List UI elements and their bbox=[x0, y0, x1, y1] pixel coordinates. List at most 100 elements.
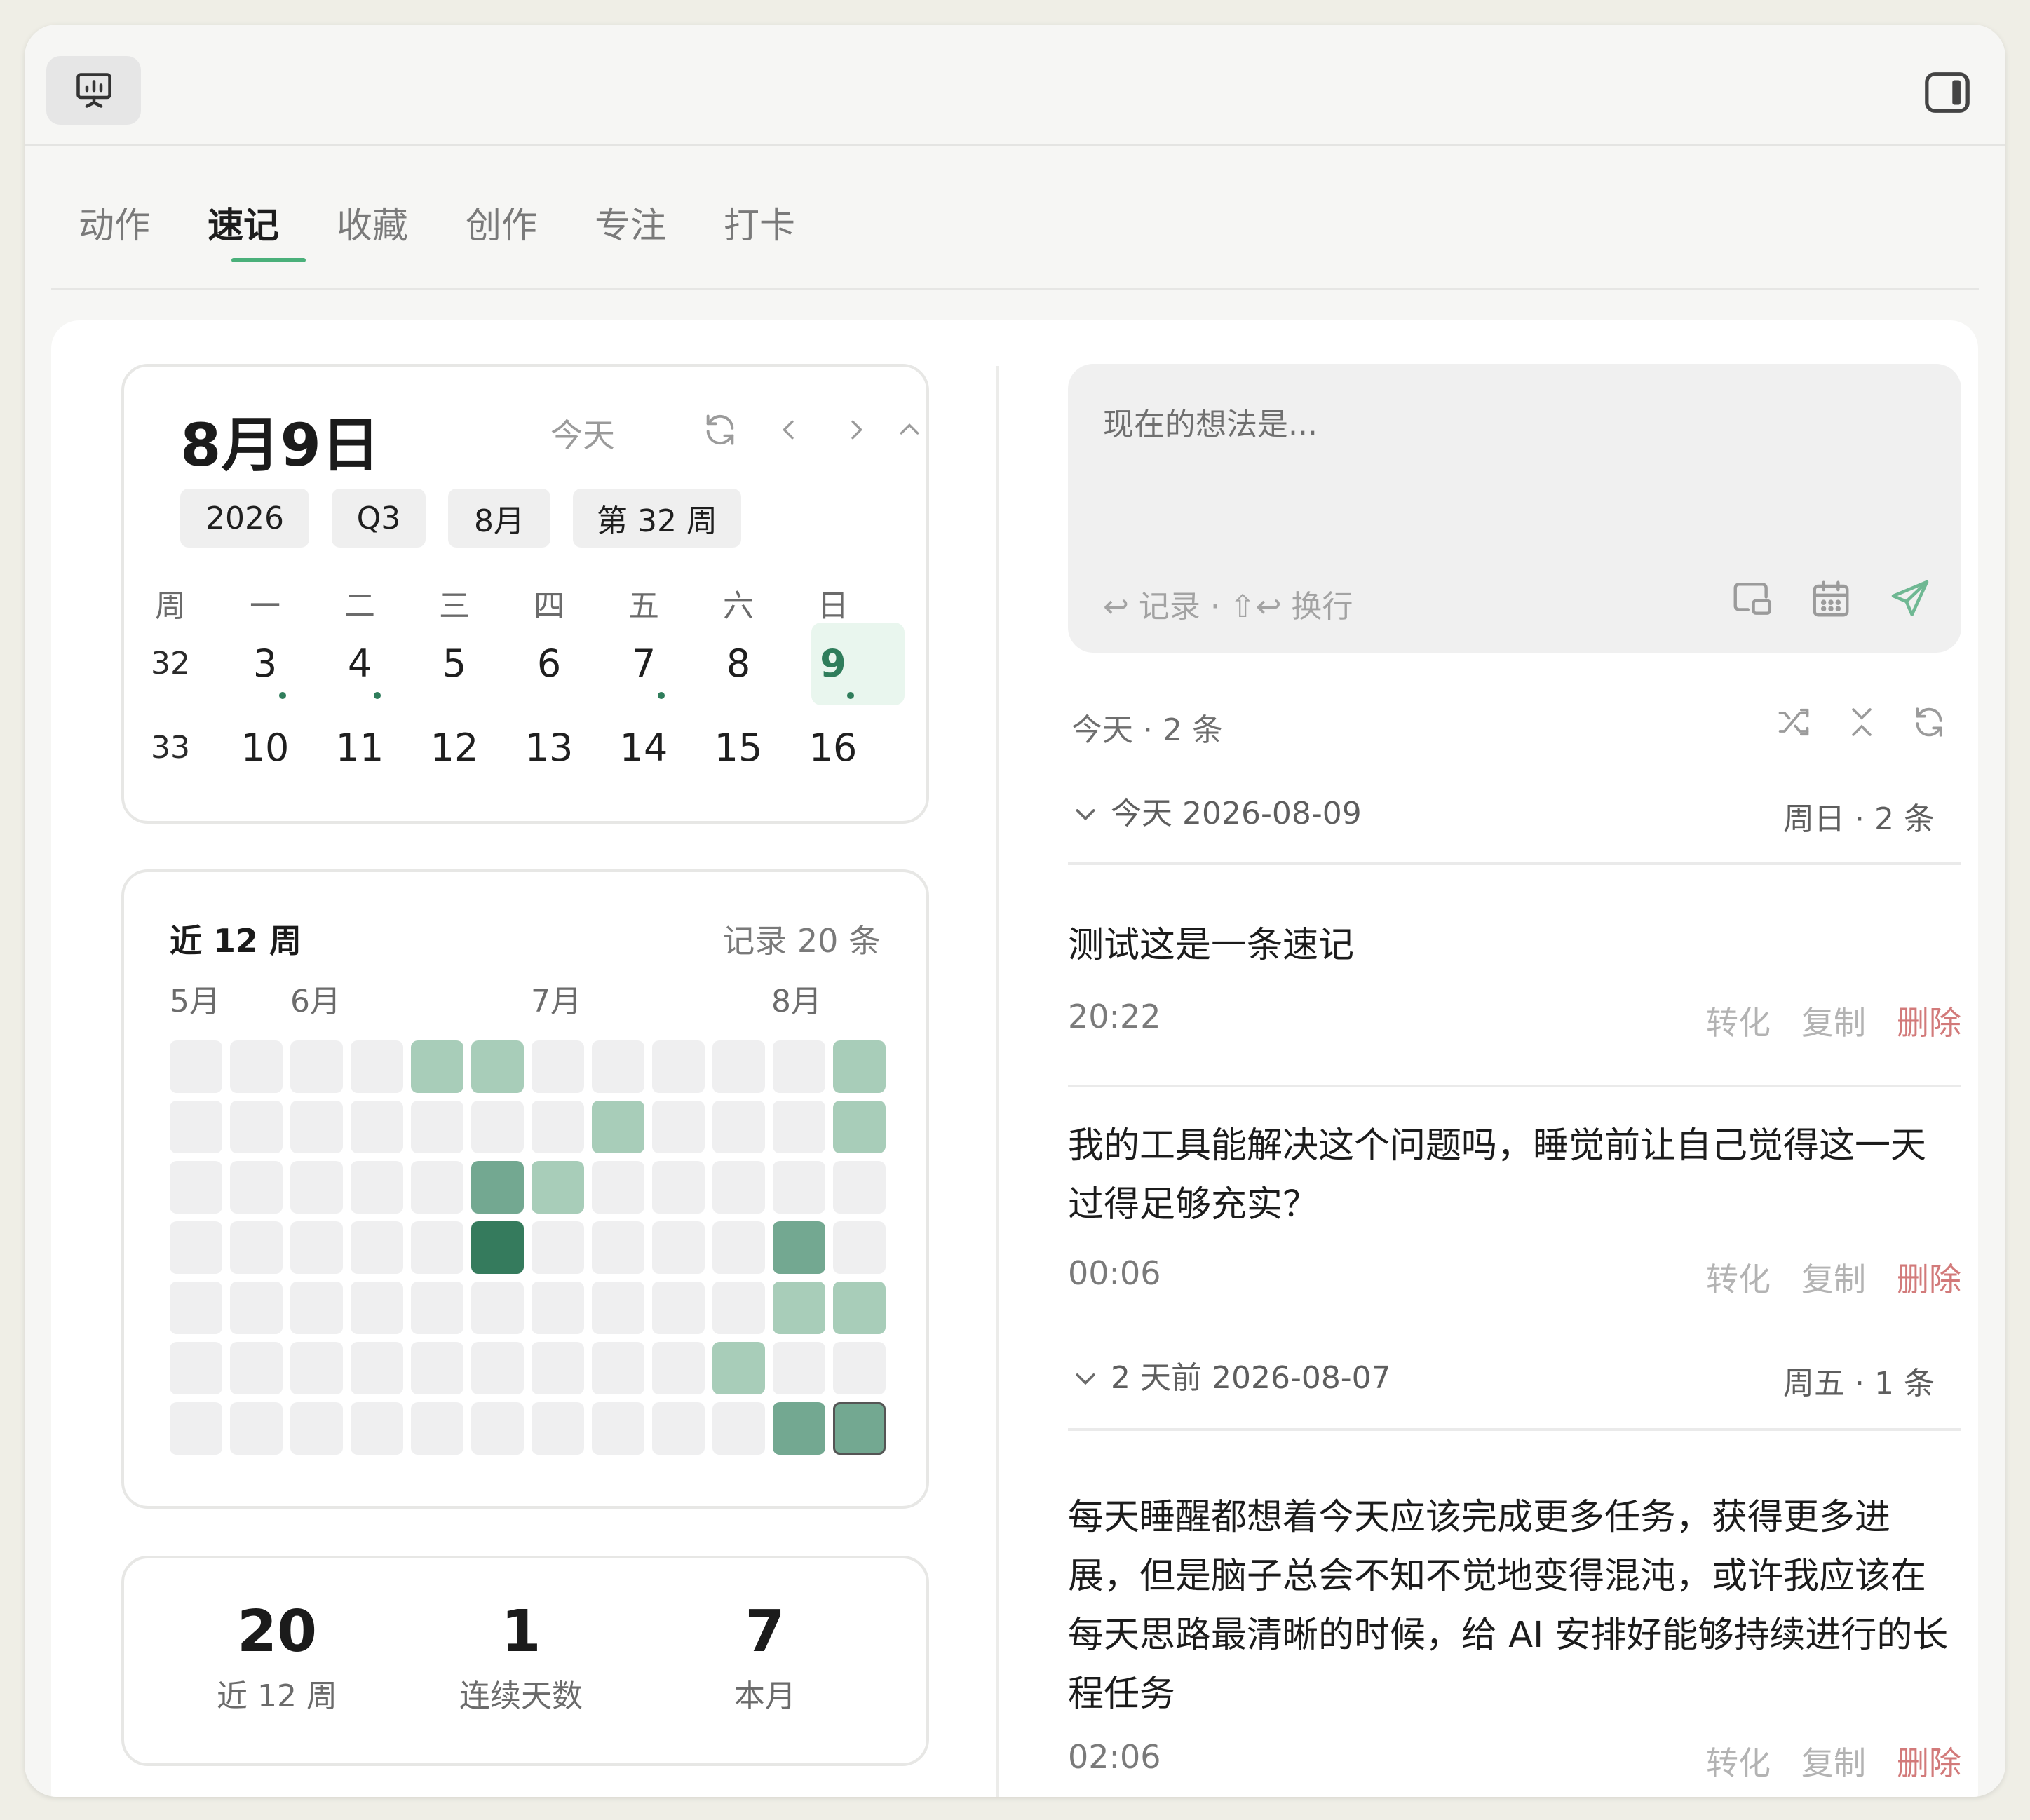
convert-button[interactable]: 转化 bbox=[1706, 998, 1771, 1044]
heatmap-cell[interactable] bbox=[833, 1161, 886, 1214]
heatmap-cell[interactable] bbox=[712, 1221, 765, 1274]
tab-checkin[interactable]: 打卡 bbox=[724, 196, 795, 248]
heatmap-cell[interactable] bbox=[351, 1402, 403, 1455]
calendar-day[interactable]: 4 bbox=[325, 641, 395, 686]
heatmap-cell[interactable] bbox=[351, 1040, 403, 1093]
delete-button[interactable]: 删除 bbox=[1897, 1738, 1961, 1784]
heatmap-cell[interactable] bbox=[652, 1282, 705, 1334]
heatmap-cell[interactable] bbox=[351, 1342, 403, 1394]
shuffle-button[interactable] bbox=[1773, 701, 1815, 743]
calendar-day[interactable]: 10 bbox=[230, 726, 300, 770]
month-chip[interactable]: 8月 bbox=[448, 489, 550, 548]
calendar-day[interactable]: 11 bbox=[325, 726, 395, 770]
heatmap-cell[interactable] bbox=[532, 1282, 584, 1334]
heatmap-cell[interactable] bbox=[290, 1101, 343, 1153]
group-header[interactable]: 2 天前 2026-08-07 bbox=[1071, 1352, 1391, 1397]
quarter-chip[interactable]: Q3 bbox=[332, 489, 426, 548]
heatmap-cell[interactable] bbox=[833, 1402, 886, 1455]
refresh-button[interactable] bbox=[699, 409, 741, 451]
heatmap-cell[interactable] bbox=[290, 1282, 343, 1334]
app-icon-button[interactable] bbox=[46, 56, 141, 125]
heatmap-cell[interactable] bbox=[652, 1040, 705, 1093]
heatmap-cell[interactable] bbox=[170, 1221, 222, 1274]
heatmap-cell[interactable] bbox=[652, 1402, 705, 1455]
heatmap-cell[interactable] bbox=[773, 1101, 825, 1153]
heatmap-cell[interactable] bbox=[411, 1282, 463, 1334]
heatmap-cell[interactable] bbox=[170, 1101, 222, 1153]
heatmap-cell[interactable] bbox=[532, 1040, 584, 1093]
convert-button[interactable]: 转化 bbox=[1706, 1738, 1771, 1784]
heatmap-cell[interactable] bbox=[773, 1402, 825, 1455]
calendar-day[interactable]: 6 bbox=[514, 641, 584, 686]
collapse-button[interactable] bbox=[888, 409, 931, 451]
next-button[interactable] bbox=[835, 409, 877, 451]
heatmap-cell[interactable] bbox=[833, 1282, 886, 1334]
heatmap-cell[interactable] bbox=[411, 1101, 463, 1153]
group-header[interactable]: 今天 2026-08-09 bbox=[1071, 788, 1362, 833]
calendar-button[interactable] bbox=[1806, 574, 1855, 623]
heatmap-cell[interactable] bbox=[532, 1342, 584, 1394]
heatmap-cell[interactable] bbox=[411, 1161, 463, 1214]
heatmap-cell[interactable] bbox=[592, 1101, 644, 1153]
calendar-day[interactable]: 5 bbox=[419, 641, 489, 686]
heatmap-cell[interactable] bbox=[411, 1342, 463, 1394]
heatmap-cell[interactable] bbox=[170, 1040, 222, 1093]
heatmap-cell[interactable] bbox=[532, 1101, 584, 1153]
heatmap-cell[interactable] bbox=[230, 1101, 283, 1153]
calendar-day[interactable]: 9 bbox=[798, 641, 868, 686]
heatmap-cell[interactable] bbox=[471, 1342, 524, 1394]
heatmap-cell[interactable] bbox=[471, 1101, 524, 1153]
heatmap-cell[interactable] bbox=[833, 1221, 886, 1274]
heatmap-cell[interactable] bbox=[290, 1402, 343, 1455]
heatmap-cell[interactable] bbox=[170, 1402, 222, 1455]
heatmap-cell[interactable] bbox=[773, 1221, 825, 1274]
copy-button[interactable]: 复制 bbox=[1801, 1254, 1866, 1301]
heatmap-cell[interactable] bbox=[170, 1282, 222, 1334]
heatmap-cell[interactable] bbox=[411, 1221, 463, 1274]
delete-button[interactable]: 删除 bbox=[1897, 1254, 1961, 1301]
heatmap-cell[interactable] bbox=[532, 1161, 584, 1214]
calendar-day[interactable]: 15 bbox=[703, 726, 773, 770]
calendar-day[interactable]: 13 bbox=[514, 726, 584, 770]
calendar-day[interactable]: 16 bbox=[798, 726, 868, 770]
heatmap-cell[interactable] bbox=[351, 1221, 403, 1274]
calendar-day[interactable]: 14 bbox=[609, 726, 679, 770]
heatmap-cell[interactable] bbox=[773, 1342, 825, 1394]
heatmap-cell[interactable] bbox=[471, 1282, 524, 1334]
heatmap-cell[interactable] bbox=[351, 1161, 403, 1214]
heatmap-cell[interactable] bbox=[230, 1221, 283, 1274]
tab-focus[interactable]: 专注 bbox=[595, 196, 666, 248]
heatmap-cell[interactable] bbox=[411, 1402, 463, 1455]
heatmap-cell[interactable] bbox=[652, 1342, 705, 1394]
delete-button[interactable]: 删除 bbox=[1897, 998, 1961, 1044]
heatmap-cell[interactable] bbox=[170, 1161, 222, 1214]
heatmap-cell[interactable] bbox=[592, 1161, 644, 1214]
heatmap-cell[interactable] bbox=[592, 1342, 644, 1394]
heatmap-cell[interactable] bbox=[592, 1221, 644, 1274]
prev-button[interactable] bbox=[768, 409, 810, 451]
send-button[interactable] bbox=[1886, 574, 1935, 623]
heatmap-cell[interactable] bbox=[652, 1101, 705, 1153]
heatmap-cell[interactable] bbox=[471, 1221, 524, 1274]
heatmap-cell[interactable] bbox=[773, 1161, 825, 1214]
tab-actions[interactable]: 动作 bbox=[79, 196, 150, 248]
heatmap-cell[interactable] bbox=[290, 1342, 343, 1394]
heatmap-cell[interactable] bbox=[712, 1161, 765, 1214]
tab-quicknote[interactable]: 速记 bbox=[208, 196, 279, 248]
heatmap-cell[interactable] bbox=[773, 1040, 825, 1093]
year-chip[interactable]: 2026 bbox=[180, 489, 309, 548]
heatmap-cell[interactable] bbox=[833, 1342, 886, 1394]
heatmap-cell[interactable] bbox=[230, 1282, 283, 1334]
heatmap-cell[interactable] bbox=[712, 1040, 765, 1093]
heatmap-cell[interactable] bbox=[712, 1402, 765, 1455]
calendar-day[interactable]: 8 bbox=[703, 641, 773, 686]
heatmap-cell[interactable] bbox=[290, 1040, 343, 1093]
heatmap-cell[interactable] bbox=[230, 1402, 283, 1455]
convert-button[interactable]: 转化 bbox=[1706, 1254, 1771, 1301]
screen-button[interactable] bbox=[1727, 574, 1776, 623]
heatmap-cell[interactable] bbox=[712, 1101, 765, 1153]
tab-favorites[interactable]: 收藏 bbox=[337, 196, 408, 248]
heatmap-cell[interactable] bbox=[712, 1342, 765, 1394]
heatmap-cell[interactable] bbox=[592, 1040, 644, 1093]
heatmap-cell[interactable] bbox=[290, 1221, 343, 1274]
